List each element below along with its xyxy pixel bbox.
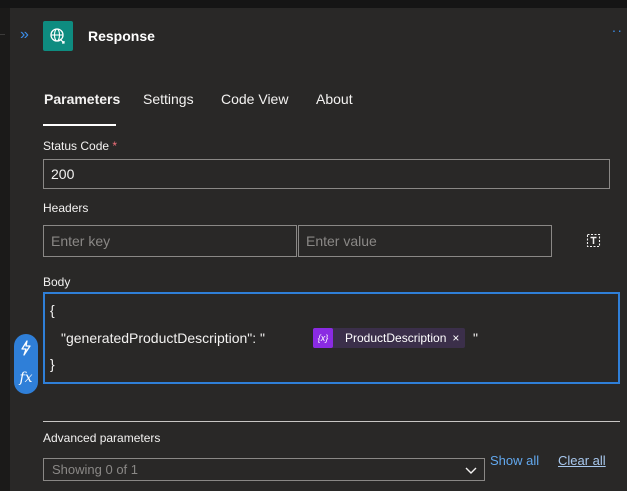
- text-mode-icon[interactable]: [585, 231, 603, 249]
- advanced-parameters-value: Showing 0 of 1: [52, 462, 139, 477]
- more-options-button[interactable]: ··: [612, 22, 623, 38]
- header-key-placeholder: Enter key: [51, 233, 111, 249]
- tab-settings[interactable]: Settings: [143, 91, 194, 107]
- response-action-icon: [43, 21, 73, 51]
- panel-title: Response: [88, 28, 155, 44]
- top-strip: [0, 0, 627, 8]
- variable-icon: {x}: [313, 328, 333, 348]
- active-tab-indicator: [43, 124, 116, 126]
- body-editor[interactable]: { "generatedProductDescription": " {x} P…: [43, 292, 620, 384]
- token-label: ProductDescription: [345, 331, 447, 345]
- clear-all-link[interactable]: Clear all: [558, 453, 606, 468]
- header-key-input[interactable]: Enter key: [43, 225, 297, 257]
- insert-content-toolbar: fx: [14, 334, 38, 394]
- header-value-placeholder: Enter value: [306, 233, 377, 249]
- lightning-icon: [21, 340, 31, 356]
- status-code-label: Status Code *: [43, 139, 118, 153]
- tab-parameters[interactable]: Parameters: [44, 91, 120, 107]
- product-description-token[interactable]: {x} ProductDescription ×: [313, 328, 466, 348]
- body-line-open-brace: {: [50, 302, 55, 318]
- tab-code-view[interactable]: Code View: [221, 91, 288, 107]
- required-mark: *: [112, 139, 118, 153]
- advanced-parameters-label: Advanced parameters: [43, 431, 161, 445]
- fx-icon: fx: [19, 370, 33, 386]
- remove-token-button[interactable]: ×: [452, 331, 465, 345]
- header-value-input[interactable]: Enter value: [298, 225, 552, 257]
- left-strip: [0, 8, 10, 491]
- show-all-link[interactable]: Show all: [490, 453, 539, 468]
- body-line-close-quote: ": [473, 330, 478, 346]
- advanced-parameters-dropdown[interactable]: Showing 0 of 1: [43, 458, 485, 481]
- body-line-key: "generatedProductDescription": ": [61, 330, 266, 346]
- response-panel: » Response ·· Parameters Settings Code V…: [10, 8, 627, 491]
- status-code-input[interactable]: 200: [43, 159, 610, 189]
- body-line-close-brace: }: [50, 356, 55, 372]
- expand-panel-button[interactable]: »: [20, 27, 29, 43]
- expression-button[interactable]: fx: [14, 366, 38, 390]
- dynamic-content-button[interactable]: [14, 336, 38, 360]
- headers-label: Headers: [43, 201, 89, 215]
- chevron-down-icon: [465, 467, 477, 474]
- status-code-value: 200: [51, 166, 75, 182]
- tab-about[interactable]: About: [316, 91, 353, 107]
- globe-icon: [50, 28, 65, 44]
- body-label: Body: [43, 275, 71, 289]
- divider: [0, 34, 5, 35]
- section-divider: [43, 421, 620, 422]
